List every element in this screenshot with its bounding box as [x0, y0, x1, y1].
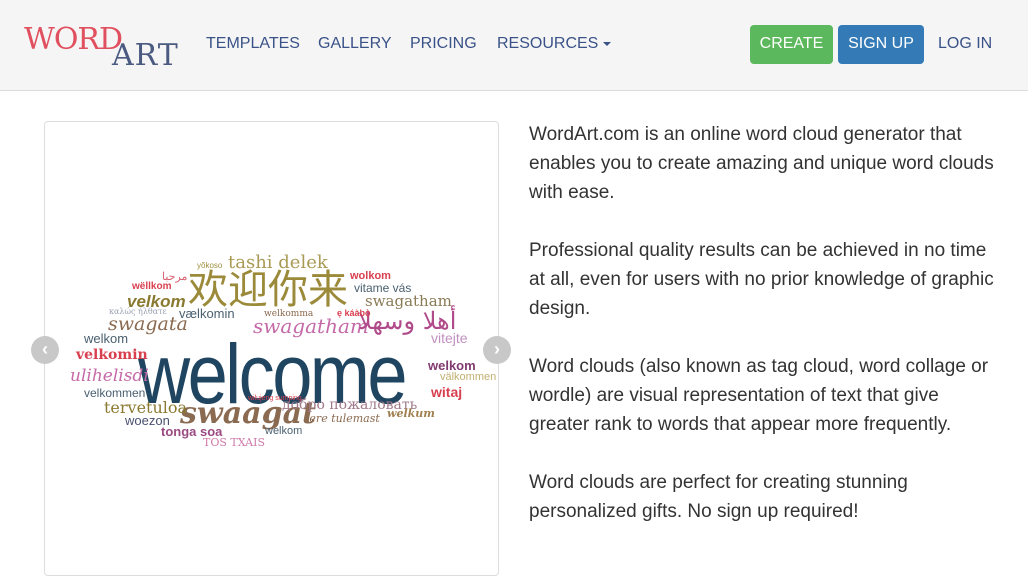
- create-button[interactable]: CREATE: [750, 25, 833, 64]
- intro-paragraph: Word clouds (also known as tag cloud, wo…: [529, 356, 989, 435]
- sign-up-button[interactable]: SIGN UP: [838, 25, 924, 64]
- logo-word: WORD: [24, 22, 123, 57]
- cloud-word: wolkom: [350, 270, 391, 282]
- top-navbar: WORD ART TEMPLATES GALLERY PRICING RESOU…: [0, 0, 1028, 91]
- cloud-word: yõkoso: [197, 261, 223, 270]
- carousel-next-button[interactable]: ›: [483, 336, 511, 364]
- cloud-word: welkomma: [264, 309, 314, 319]
- cloud-word: 欢迎你来: [188, 267, 348, 313]
- intro-paragraph: Word clouds are perfect for creating stu…: [529, 472, 908, 522]
- cloud-word: vitame vás: [354, 281, 412, 295]
- cloud-word: welkom: [84, 331, 129, 346]
- nav-templates[interactable]: TEMPLATES: [206, 35, 300, 53]
- cloud-word: welkom: [428, 358, 476, 373]
- nav-resources-label: RESOURCES: [497, 35, 599, 52]
- chevron-left-icon: ‹: [42, 339, 48, 359]
- nav-pricing[interactable]: PRICING: [410, 35, 477, 53]
- cloud-word: TOS TXAIS: [203, 436, 265, 449]
- cloud-word: welkum: [387, 407, 435, 420]
- nav-resources[interactable]: RESOURCES: [497, 35, 612, 53]
- cloud-word: välkommen: [440, 371, 497, 383]
- log-in-link[interactable]: LOG IN: [938, 35, 992, 53]
- cloud-word: ulihelisdi: [70, 366, 149, 386]
- nav-gallery[interactable]: GALLERY: [318, 35, 392, 53]
- cloud-word: vitejte: [431, 330, 468, 346]
- logo-art: ART: [112, 38, 179, 73]
- cloud-word: witaj: [431, 384, 463, 400]
- intro-text: WordArt.com is an online word cloud gene…: [529, 120, 994, 555]
- cloud-word: tashi delek: [228, 252, 328, 273]
- cloud-word: vælkomin: [179, 306, 235, 321]
- cloud-word: wëllkom: [132, 281, 172, 292]
- intro-paragraph: WordArt.com is an online word cloud gene…: [529, 124, 994, 203]
- cloud-word: swagatham: [365, 292, 452, 310]
- cloud-word: ẹ káàbọ̀: [337, 308, 371, 318]
- intro-paragraph: Professional quality results can be achi…: [529, 240, 994, 319]
- word-cloud-carousel: welcome 欢迎你来 tashi delek swaagat swagatham أه…: [44, 121, 499, 576]
- carousel-prev-button[interactable]: ‹: [31, 336, 59, 364]
- cloud-word: tere tulemast: [305, 412, 380, 425]
- cloud-word: welkom: [265, 425, 303, 437]
- cloud-word: καλώς ήλθατε: [109, 307, 167, 316]
- cloud-word: wilujeng sumping: [248, 395, 302, 402]
- wordart-logo[interactable]: WORD ART: [24, 22, 184, 73]
- cloud-word: مرحبا: [162, 271, 188, 283]
- cloud-word: swagatham: [253, 314, 369, 338]
- caret-down-icon: [603, 41, 612, 46]
- cloud-word: velkomin: [76, 347, 148, 363]
- chevron-right-icon: ›: [494, 339, 500, 359]
